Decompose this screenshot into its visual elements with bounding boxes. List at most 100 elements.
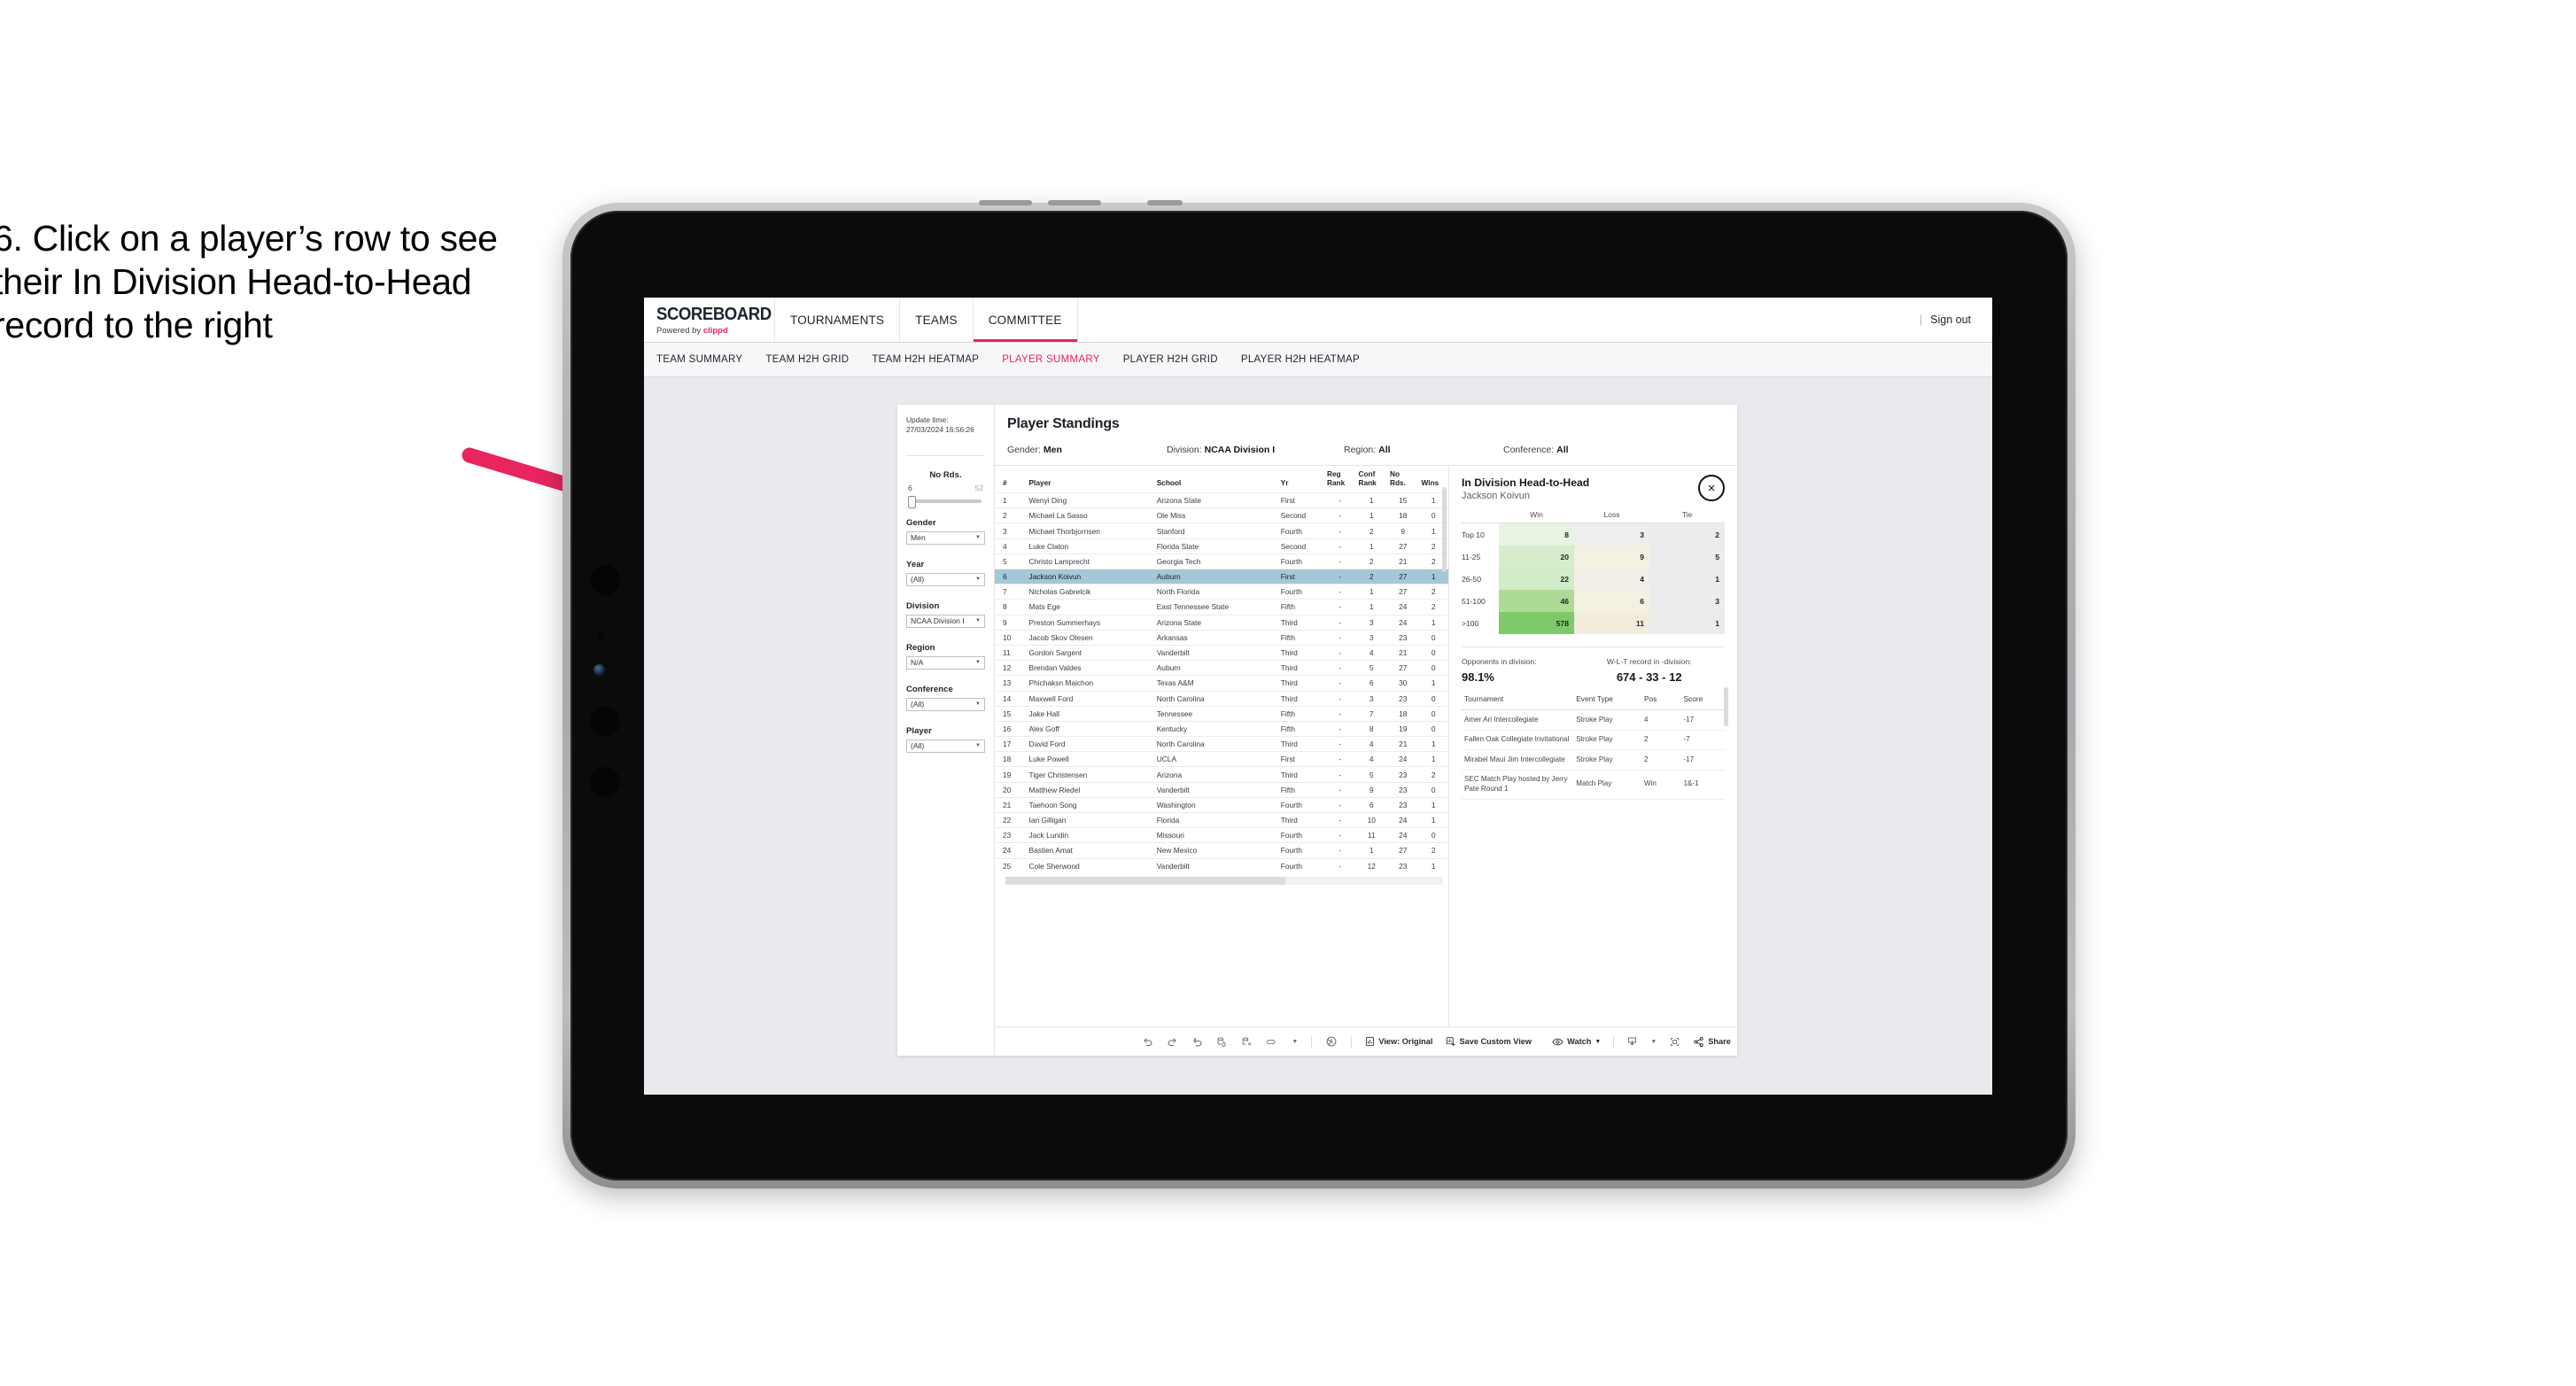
slider-handle[interactable] — [908, 495, 916, 508]
table-row[interactable]: 15 Jake Hall Tennessee Fifth -7 18 0 — [995, 705, 1448, 722]
summary-conference: Conference: All — [1503, 445, 1569, 455]
cell-rank: 16 — [995, 720, 1027, 737]
nav-item-tournaments[interactable]: TOURNAMENTS — [775, 298, 901, 342]
player-dropdown[interactable]: (All) ▼ — [906, 739, 985, 753]
table-row[interactable]: 14 Maxwell Ford North Carolina Third -3 23 0 — [995, 690, 1448, 707]
col-conf-rank[interactable]: Conf Rank — [1355, 466, 1387, 493]
year-dropdown[interactable]: (All) ▼ — [906, 572, 985, 586]
save-custom-view-button[interactable]: Save Custom View — [1446, 1036, 1532, 1047]
table-row[interactable]: 20 Matthew Riedel Vanderbilt Fifth -9 23 0 — [995, 781, 1448, 798]
table-row[interactable]: 1 Wenyi Ding Arizona State First -1 15 1 — [995, 492, 1448, 508]
tab-team-h2h-grid[interactable]: TEAM H2H GRID — [765, 354, 849, 365]
tab-team-summary[interactable]: TEAM SUMMARY — [656, 354, 742, 365]
filter-conference: Conference (All) ▼ — [906, 685, 985, 711]
standings-vertical-scrollbar[interactable] — [1442, 487, 1447, 572]
col-reg-rank[interactable]: Reg Rank — [1324, 466, 1356, 493]
table-row[interactable]: 21 Taehoon Song Washington Fourth -6 23 1 — [995, 796, 1448, 813]
table-row[interactable]: 16 Alex Goff Kentucky Fifth -8 19 0 — [995, 720, 1448, 737]
table-row[interactable]: 8 Mats Ege East Tennessee State Fifth -1 24 2 — [995, 599, 1448, 616]
table-row[interactable]: 3 Michael Thorbjornsen Stanford Fourth -2 9 1 — [995, 523, 1448, 539]
table-row[interactable]: 22 Ian Gilligan Florida Third -10 24 1 — [995, 811, 1448, 828]
fullscreen-icon[interactable] — [1669, 1036, 1680, 1048]
cell-rank: 19 — [995, 766, 1027, 783]
cell-year: First — [1277, 492, 1324, 508]
share-button[interactable]: Share — [1693, 1036, 1731, 1048]
table-row[interactable]: 10 Jacob Skov Olesen Arkansas Fifth -3 23 0 — [995, 629, 1448, 646]
nav-item-teams[interactable]: TEAMS — [900, 298, 974, 342]
highlight-icon[interactable] — [1266, 1036, 1278, 1048]
col-year[interactable]: Yr — [1278, 466, 1324, 493]
sign-out-link[interactable]: Sign out — [1930, 314, 1971, 326]
cell-school: Washington — [1153, 796, 1278, 813]
cell-school: Florida — [1153, 811, 1278, 828]
tournament-row[interactable]: Fallen Oak Collegiate Invitational Stroke… — [1462, 730, 1725, 751]
table-row[interactable]: 24 Bastien Amat New Mexico Fourth -1 27 2 — [995, 842, 1448, 859]
table-row[interactable]: 17 David Ford North Carolina Third -4 21 1 — [995, 736, 1448, 752]
chevron-down-icon[interactable]: ▼ — [1650, 1039, 1657, 1045]
undo-icon[interactable] — [1142, 1036, 1153, 1048]
gender-dropdown[interactable]: Men ▼ — [906, 530, 985, 545]
refresh-data-icon[interactable] — [1216, 1036, 1228, 1048]
view-original-button[interactable]: View: Original — [1365, 1036, 1432, 1047]
cell-school: UCLA — [1153, 751, 1278, 767]
chevron-down-icon[interactable]: ▼ — [1292, 1039, 1298, 1045]
col-player[interactable]: Player — [1027, 466, 1154, 493]
table-row[interactable]: 12 Brendan Valdes Auburn Third -5 27 0 — [995, 660, 1448, 676]
tournament-vertical-scrollbar[interactable] — [1724, 687, 1728, 726]
download-icon[interactable] — [1626, 1036, 1638, 1048]
table-row[interactable]: 6 Jackson Koivun Auburn First -2 27 1 — [995, 568, 1448, 585]
table-row[interactable]: 11 Gordon Sargent Vanderbilt Third -4 21 0 — [995, 644, 1448, 661]
cell-no-rds: 18 — [1386, 705, 1419, 722]
brand-tagline: Powered by clippd — [656, 325, 728, 336]
table-row[interactable]: 9 Preston Summerhays Arizona State Third -3 2… — [995, 614, 1448, 631]
scrollbar-thumb[interactable] — [1005, 876, 1286, 885]
region-dropdown[interactable]: N/A ▼ — [906, 655, 985, 670]
cell-reg-rank: - — [1323, 766, 1356, 783]
col-rank[interactable]: # — [995, 466, 1027, 493]
tournament-row[interactable]: Mirabel Maui Jim Intercollegiate Stroke P… — [1462, 749, 1725, 770]
tournament-row[interactable]: SEC Match Play hosted by Jerry Pate Roun… — [1462, 770, 1725, 800]
cell-player: Michael La Sasso — [1026, 507, 1154, 523]
pause-data-icon[interactable] — [1241, 1036, 1253, 1048]
table-row[interactable]: 4 Luke Claton Florida State Second -1 27 2 — [995, 538, 1448, 554]
standings-horizontal-scrollbar[interactable] — [1005, 876, 1443, 885]
cell-no-rds: 18 — [1386, 507, 1419, 523]
watch-button[interactable]: Watch ▼ — [1552, 1037, 1601, 1047]
cell-conf-rank: 10 — [1355, 811, 1387, 828]
table-row[interactable]: 5 Christo Lamprecht Georgia Tech Fourth -2 21… — [995, 553, 1448, 569]
cell-school: Vanderbilt — [1153, 781, 1278, 798]
cell-school: Arizona State — [1153, 614, 1278, 631]
table-row[interactable]: 7 Nicholas Gabrelcik North Florida Fourth -1… — [995, 584, 1448, 600]
cell-conf-rank: 5 — [1355, 766, 1387, 783]
history-icon[interactable] — [1325, 1035, 1338, 1048]
no-rounds-slider[interactable] — [908, 495, 982, 508]
table-row[interactable]: 23 Jack Lundin Missouri Fourth -11 24 0 — [995, 827, 1448, 843]
nav-item-committee[interactable]: COMMITTEE — [974, 298, 1078, 342]
conference-dropdown[interactable]: (All) ▼ — [906, 697, 985, 711]
table-row[interactable]: 18 Luke Powell UCLA First -4 24 1 — [995, 751, 1448, 767]
cell-reg-rank: - — [1323, 599, 1356, 616]
close-icon[interactable]: × — [1698, 475, 1725, 501]
table-row[interactable]: 19 Tiger Christensen Arizona Third -5 23 2 — [995, 766, 1448, 783]
division-dropdown[interactable]: NCAA Division I ▼ — [906, 614, 985, 628]
brand-logo[interactable]: SCOREBOARD Powered by clippd — [644, 298, 775, 342]
redo-icon[interactable] — [1167, 1036, 1178, 1048]
col-school[interactable]: School — [1154, 466, 1278, 493]
cell-conf-rank: 1 — [1355, 842, 1387, 859]
tab-team-h2h-heatmap[interactable]: TEAM H2H HEATMAP — [872, 354, 979, 365]
col-no-rds[interactable]: No Rds. — [1387, 466, 1419, 493]
tablet-volume-down-button[interactable] — [590, 767, 620, 797]
revert-icon[interactable] — [1191, 1036, 1203, 1048]
tablet-side-button-top[interactable] — [590, 565, 620, 595]
table-row[interactable]: 25 Cole Sherwood Vanderbilt Fourth -12 23 1 — [995, 857, 1448, 873]
tablet-volume-up-button[interactable] — [590, 707, 620, 737]
cell-reg-rank: - — [1323, 796, 1356, 813]
tournament-row[interactable]: Amer Ari Intercollegiate Stroke Play 4 -17 — [1462, 709, 1725, 731]
cell-wins: 2 — [1418, 599, 1448, 616]
table-row[interactable]: 13 Phichaksn Maichon Texas A&M Third -6 30 1 — [995, 675, 1448, 691]
standings-header: Player Standings — [995, 405, 1737, 432]
tab-player-h2h-grid[interactable]: PLAYER H2H GRID — [1123, 354, 1218, 365]
tab-player-h2h-heatmap[interactable]: PLAYER H2H HEATMAP — [1241, 354, 1360, 365]
tab-player-summary[interactable]: PLAYER SUMMARY — [1002, 354, 1100, 365]
table-row[interactable]: 2 Michael La Sasso Ole Miss Second -1 18 0 — [995, 507, 1448, 523]
